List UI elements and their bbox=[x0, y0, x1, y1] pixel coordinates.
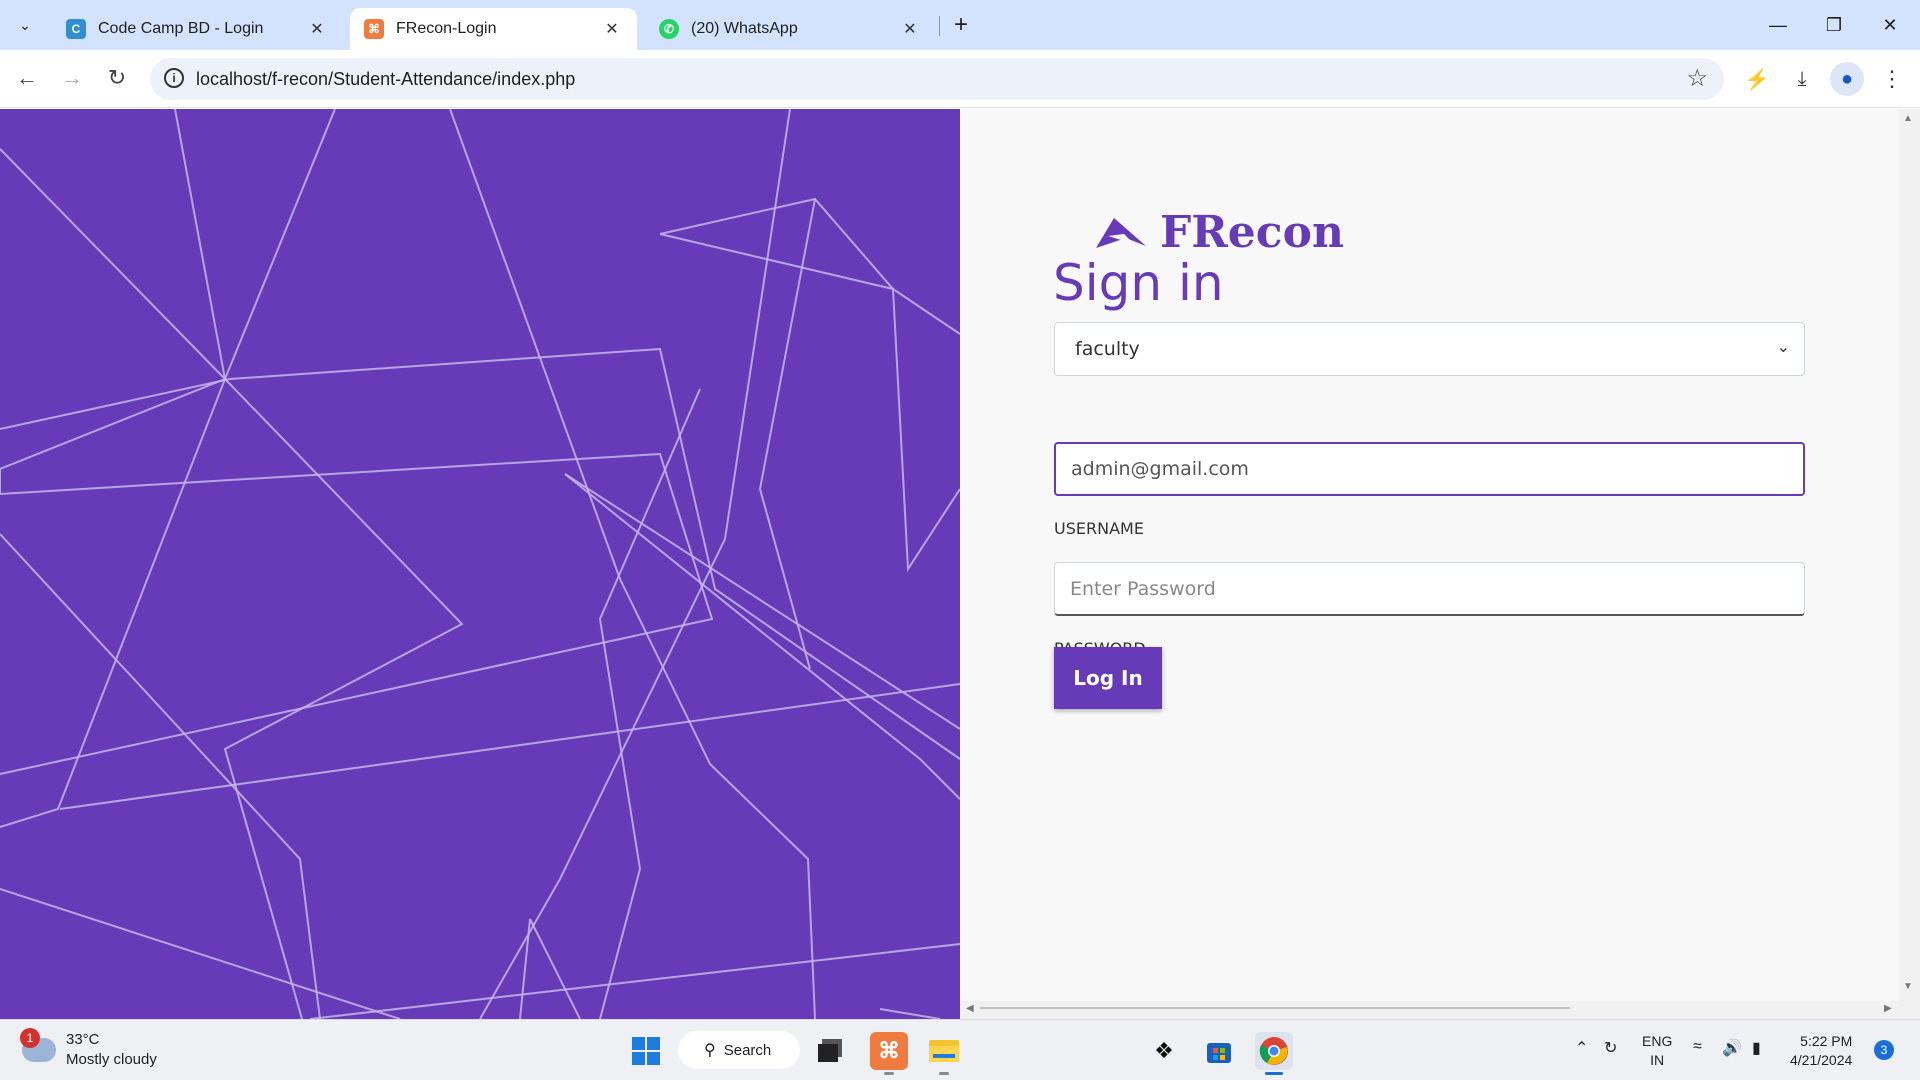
new-tab-button[interactable]: + bbox=[944, 10, 978, 40]
password-placeholder: Enter Password bbox=[1070, 577, 1216, 600]
address-bar[interactable]: i localhost/f-recon/Student-Attendance/i… bbox=[150, 58, 1724, 100]
geometric-lines-pattern bbox=[0, 109, 960, 1019]
username-field[interactable]: admin@gmail.com bbox=[1054, 442, 1805, 496]
close-tab-icon[interactable]: ✕ bbox=[601, 18, 623, 40]
close-tab-icon[interactable]: ✕ bbox=[899, 18, 921, 40]
scroll-up-icon[interactable]: ▲ bbox=[1903, 113, 1913, 124]
username-label: USERNAME bbox=[1054, 519, 1144, 538]
scroll-down-icon[interactable]: ▼ bbox=[1903, 981, 1913, 992]
browser-toolbar: ← → ↻ i localhost/f-recon/Student-Attend… bbox=[0, 50, 1920, 108]
site-info-icon[interactable]: i bbox=[164, 68, 184, 88]
horizontal-scrollbar[interactable]: ◀ ▶ bbox=[960, 1001, 1898, 1019]
weather-condition: Mostly cloudy bbox=[66, 1051, 157, 1068]
clock-date: 4/21/2024 bbox=[1790, 1052, 1853, 1068]
extension-icon[interactable]: ⚡ bbox=[1740, 62, 1774, 96]
lang-code: ENG bbox=[1642, 1033, 1673, 1049]
microsoft-store-icon[interactable] bbox=[1200, 1032, 1238, 1070]
cloud-weather-icon: 1 bbox=[20, 1028, 56, 1062]
scroll-right-icon[interactable]: ▶ bbox=[1884, 1003, 1892, 1014]
language-indicator[interactable]: ENG IN bbox=[1642, 1032, 1672, 1070]
tab-frecon-login[interactable]: ⌘ FRecon-Login ✕ bbox=[350, 8, 637, 50]
tab-separator bbox=[939, 16, 940, 36]
search-icon: ⚲ bbox=[704, 1042, 716, 1059]
dropbox-icon[interactable]: ❖ bbox=[1145, 1032, 1183, 1070]
tab-whatsapp[interactable]: ✆ (20) WhatsApp ✕ bbox=[645, 8, 935, 50]
role-selected-value: faculty bbox=[1075, 338, 1140, 360]
brand-logo: FRecon bbox=[1094, 207, 1344, 258]
region-code: IN bbox=[1650, 1052, 1665, 1068]
minimize-button[interactable]: — bbox=[1750, 0, 1806, 50]
tab-code-camp[interactable]: C Code Camp BD - Login ✕ bbox=[52, 8, 342, 50]
battery-icon[interactable]: ▮ bbox=[1752, 1038, 1761, 1058]
chevron-down-icon: ⌄ bbox=[1776, 337, 1790, 356]
close-window-button[interactable]: ✕ bbox=[1862, 0, 1918, 50]
active-app-indicator bbox=[1265, 1072, 1283, 1075]
windows-start-icon[interactable] bbox=[627, 1032, 665, 1070]
brand-name: FRecon bbox=[1160, 207, 1344, 258]
wifi-icon[interactable]: ≈ bbox=[1693, 1038, 1702, 1056]
profile-avatar-icon[interactable]: ● bbox=[1830, 62, 1864, 96]
vertical-scrollbar[interactable]: ▲ ▼ bbox=[1898, 109, 1920, 1019]
tab-search-chevron-icon[interactable]: ⌄ bbox=[8, 10, 42, 40]
clock-time: 5:22 PM bbox=[1800, 1033, 1853, 1049]
chrome-app-icon[interactable] bbox=[1255, 1032, 1293, 1070]
weather-badge: 1 bbox=[20, 1028, 40, 1048]
password-field[interactable]: Enter Password bbox=[1054, 562, 1805, 616]
tab-title: (20) WhatsApp bbox=[691, 20, 798, 37]
task-view-icon[interactable] bbox=[812, 1032, 850, 1070]
scrollbar-thumb[interactable] bbox=[980, 1007, 1570, 1009]
volume-icon[interactable]: 🔊 bbox=[1722, 1038, 1742, 1058]
menu-kebab-icon[interactable]: ⋮ bbox=[1875, 62, 1909, 96]
sync-icon[interactable]: ↻ bbox=[1604, 1038, 1617, 1058]
taskbar-search[interactable]: ⚲ Search bbox=[678, 1031, 800, 1069]
login-button[interactable]: Log In bbox=[1054, 647, 1162, 709]
username-value: admin@gmail.com bbox=[1071, 458, 1249, 480]
weather-widget[interactable]: 1 33°C Mostly cloudy bbox=[20, 1028, 157, 1070]
search-label: Search bbox=[723, 1041, 772, 1059]
restore-button[interactable]: ❐ bbox=[1806, 0, 1862, 50]
running-indicator bbox=[884, 1072, 894, 1075]
xampp-favicon-icon: ⌘ bbox=[364, 19, 384, 39]
browser-tab-strip: ⌄ C Code Camp BD - Login ✕ ⌘ FRecon-Logi… bbox=[0, 0, 1920, 50]
xampp-app-icon[interactable]: ⌘ bbox=[870, 1032, 908, 1070]
notification-badge[interactable]: 3 bbox=[1874, 1040, 1894, 1060]
download-icon[interactable]: ⤓ bbox=[1785, 62, 1819, 96]
decorative-background-panel bbox=[0, 109, 960, 1019]
url-text[interactable]: localhost/f-recon/Student-Attendance/ind… bbox=[196, 69, 575, 90]
reload-icon[interactable]: ↻ bbox=[99, 60, 135, 96]
windows-taskbar: 1 33°C Mostly cloudy ⚲ Search ⌘ ❖ ⌃ ↻ EN… bbox=[0, 1019, 1920, 1080]
back-arrow-icon[interactable]: ← bbox=[9, 60, 45, 96]
whatsapp-favicon-icon: ✆ bbox=[659, 19, 679, 39]
code-camp-favicon-icon: C bbox=[66, 19, 86, 39]
system-clock[interactable]: 5:22 PM 4/21/2024 bbox=[1790, 1032, 1852, 1070]
forward-arrow-icon[interactable]: → bbox=[54, 60, 90, 96]
bookmark-star-icon[interactable]: ☆ bbox=[1686, 64, 1708, 93]
temperature: 33°C bbox=[66, 1031, 100, 1048]
tab-title: Code Camp BD - Login bbox=[98, 20, 264, 37]
scroll-left-icon[interactable]: ◀ bbox=[966, 1003, 974, 1014]
close-tab-icon[interactable]: ✕ bbox=[306, 18, 328, 40]
brand-arrow-logo-icon bbox=[1096, 217, 1146, 248]
page-title: Sign in bbox=[1053, 254, 1224, 312]
role-select[interactable]: faculty ⌄ bbox=[1054, 322, 1805, 376]
tab-title: FRecon-Login bbox=[396, 20, 497, 37]
chevron-up-icon[interactable]: ⌃ bbox=[1575, 1038, 1588, 1058]
running-indicator bbox=[939, 1072, 949, 1075]
file-explorer-icon[interactable] bbox=[925, 1032, 963, 1070]
